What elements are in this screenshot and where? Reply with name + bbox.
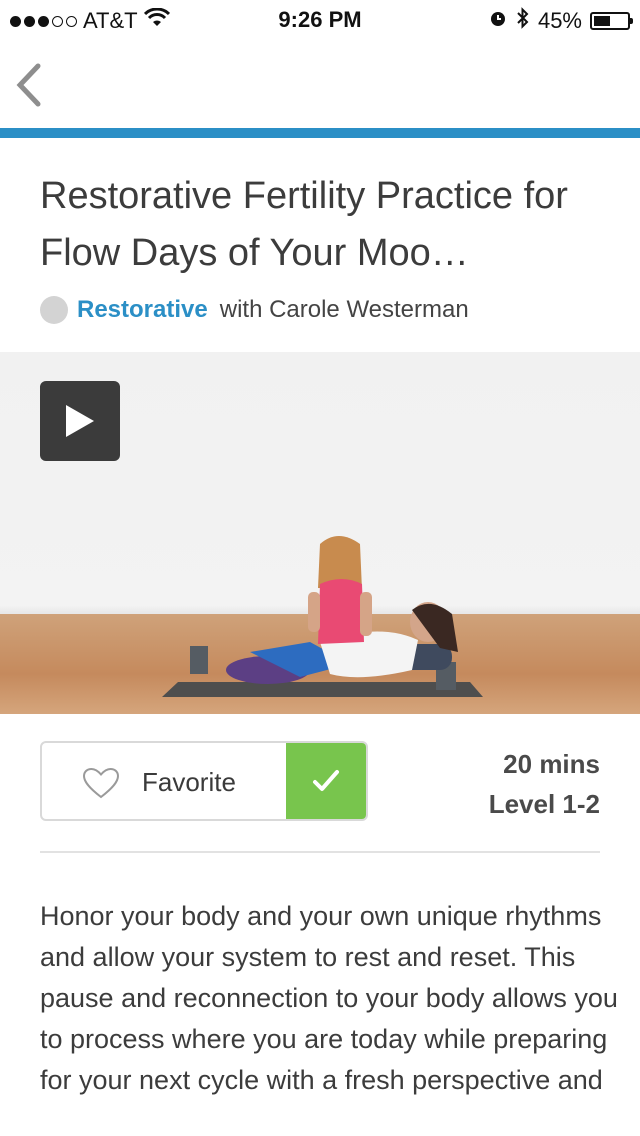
bluetooth-icon xyxy=(516,7,530,35)
battery-percent: 45% xyxy=(537,8,582,33)
heart-icon xyxy=(82,767,120,799)
alarm-icon xyxy=(488,8,508,34)
category-link[interactable]: Restorative xyxy=(77,296,208,324)
duration-label: 20 mins xyxy=(503,749,600,779)
video-thumbnail[interactable] xyxy=(0,352,640,714)
play-button[interactable] xyxy=(40,381,120,461)
class-title: Restorative Fertility Practice for Flow … xyxy=(40,175,568,274)
instructor-label: with Carole Westerman xyxy=(219,296,469,323)
play-icon xyxy=(66,405,94,437)
class-meta: Restorative with Carole Westerman xyxy=(40,296,469,324)
back-chevron-icon xyxy=(16,63,41,107)
class-description: Honor your body and your own unique rhyt… xyxy=(40,901,618,1095)
back-button[interactable] xyxy=(12,62,52,108)
divider xyxy=(40,851,600,853)
status-right: 45% xyxy=(488,7,633,35)
completed-toggle[interactable] xyxy=(286,743,366,819)
level-label: Level 1-2 xyxy=(488,789,600,819)
class-info: 20 mins Level 1-2 xyxy=(489,744,600,824)
favorite-label: Favorite xyxy=(142,767,236,797)
status-bar: AT&T 9:26 PM 45% xyxy=(0,0,640,40)
nav-bar xyxy=(0,40,640,128)
accent-bar xyxy=(0,128,640,138)
checkmark-icon xyxy=(313,770,339,791)
category-dot-icon xyxy=(40,296,68,324)
favorite-button[interactable]: Favorite xyxy=(40,741,368,821)
battery-icon xyxy=(590,12,633,30)
